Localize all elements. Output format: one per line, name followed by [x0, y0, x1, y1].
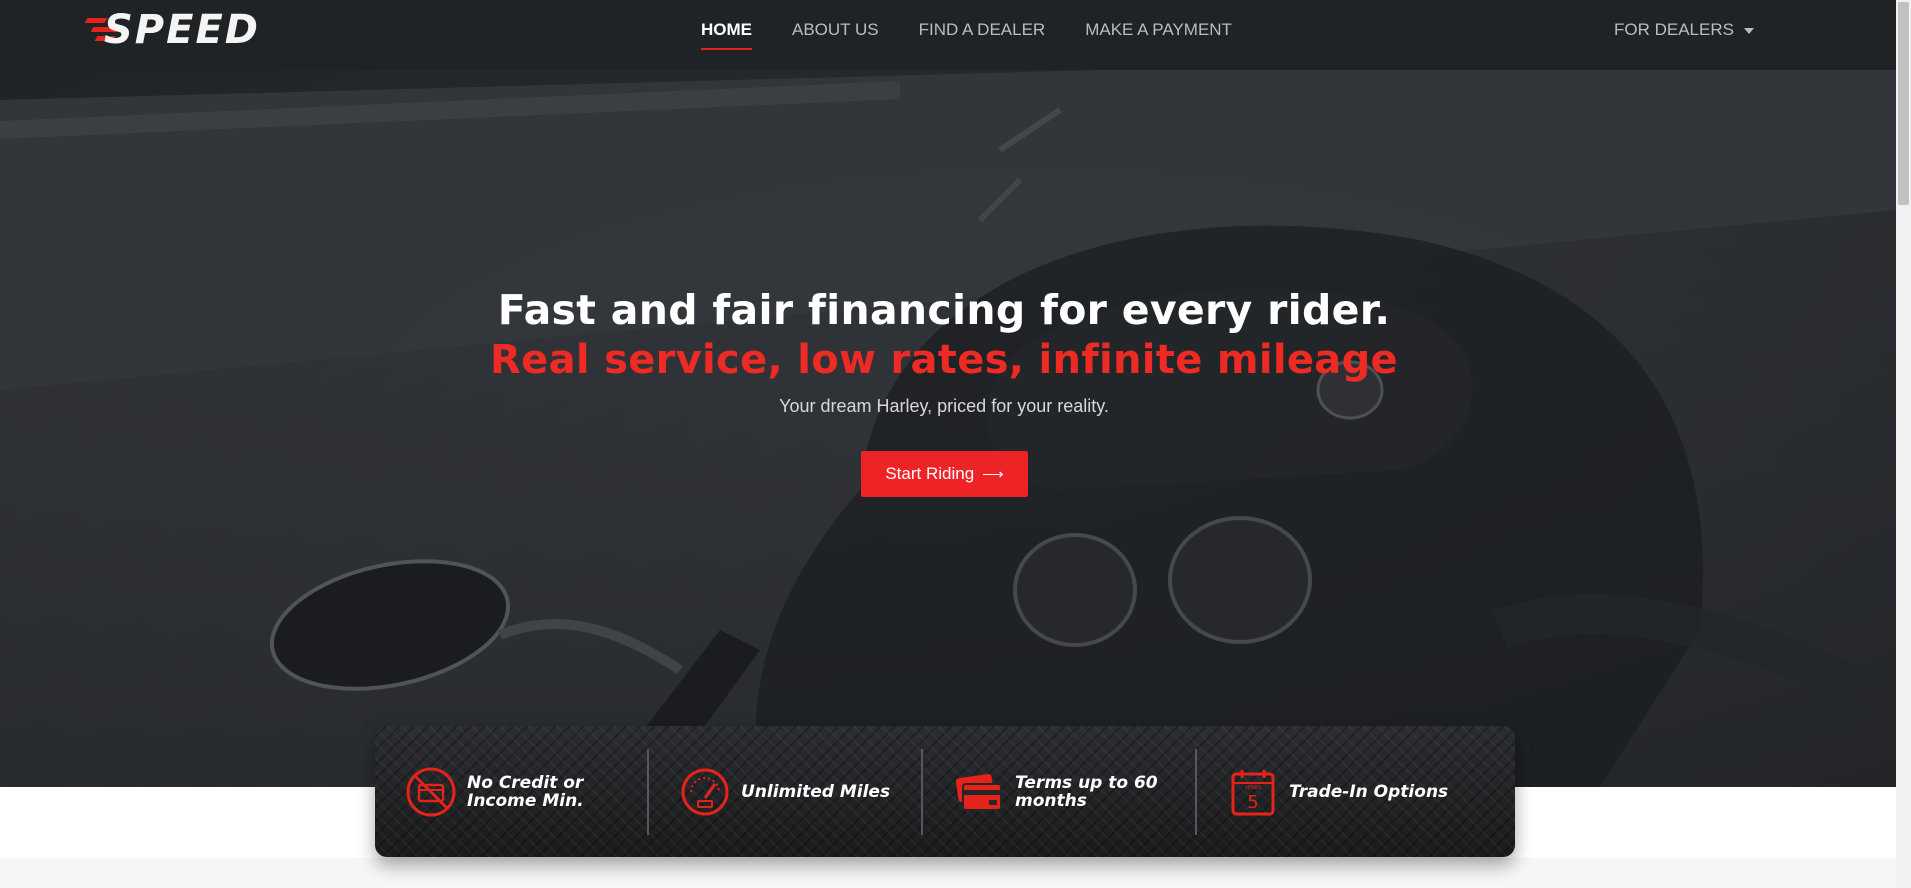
main-nav: HOME ABOUT US FIND A DEALER MAKE A PAYME… — [701, 0, 1272, 62]
feature-label: Trade-In Options — [1289, 781, 1449, 802]
credit-card-icon — [955, 773, 1002, 811]
feature-label: Unlimited Miles — [741, 781, 891, 802]
caret-down-icon — [1743, 27, 1754, 34]
feature-terms: Terms up to 60 months — [923, 748, 1197, 835]
features-bar: No Credit or Income Min. Unlimited Miles… — [375, 726, 1515, 857]
next-section — [0, 858, 1896, 888]
hero-subheadline: Real service, low rates, infinite mileag… — [490, 337, 1398, 383]
calendar-number: 5 — [1247, 792, 1258, 813]
start-riding-button[interactable]: Start Riding ⟶ — [861, 451, 1028, 497]
nav-make-a-payment[interactable]: MAKE A PAYMENT — [1085, 0, 1232, 62]
calendar-years-icon: YEARS 5 — [1231, 769, 1275, 815]
page-scrollbar[interactable] — [1896, 0, 1911, 888]
arrow-right-icon: ⟶ — [982, 466, 1004, 483]
no-credit-icon — [406, 767, 456, 816]
scrollbar-thumb[interactable] — [1898, 2, 1909, 205]
for-dealers-label: FOR DEALERS — [1614, 20, 1734, 39]
speed-logo[interactable]: SPEED — [84, 7, 340, 53]
feature-unlimited-miles: Unlimited Miles — [649, 748, 923, 835]
calendar-caption: YEARS — [1244, 785, 1261, 791]
hero-section: Fast and fair financing for every rider.… — [0, 70, 1896, 787]
nav-home[interactable]: HOME — [701, 0, 752, 62]
hero-headline: Fast and fair financing for every rider. — [497, 286, 1391, 334]
feature-label: No Credit or Income Min. — [467, 772, 584, 811]
nav-about-us[interactable]: ABOUT US — [792, 0, 879, 62]
nav-find-a-dealer[interactable]: FIND A DEALER — [919, 0, 1046, 62]
hero-tagline: Your dream Harley, priced for your reali… — [779, 396, 1109, 416]
feature-trade-in: YEARS 5 Trade-In Options — [1197, 749, 1471, 835]
top-navigation: SPEED HOME ABOUT US FIND A DEALER MAKE A… — [0, 0, 1896, 70]
hero-dark-overlay — [0, 70, 1896, 787]
start-riding-label: Start Riding — [885, 464, 975, 483]
for-dealers-dropdown[interactable]: FOR DEALERS — [1614, 0, 1754, 62]
feature-label: Terms up to 60 months — [1015, 772, 1158, 811]
speedometer-icon — [681, 768, 729, 815]
feature-no-credit: No Credit or Income Min. — [375, 748, 649, 835]
logo-text: SPEED — [104, 7, 260, 53]
